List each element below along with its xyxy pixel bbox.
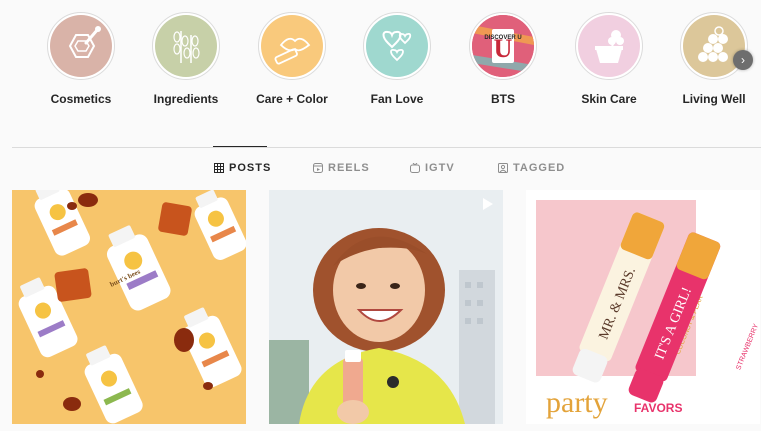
tab-label: TAGGED xyxy=(513,162,566,174)
highlight-label: Care + Color xyxy=(256,92,328,106)
highlight-skin-care[interactable]: Skin Care xyxy=(554,12,664,106)
highlight-cosmetics[interactable]: Cosmetics xyxy=(26,12,136,106)
tab-posts[interactable]: POSTS xyxy=(214,162,271,174)
tab-reels[interactable]: REELS xyxy=(313,162,370,174)
hearts-icon xyxy=(366,15,428,77)
tab-label: REELS xyxy=(328,162,370,174)
chevron-right-icon: › xyxy=(741,53,745,67)
party-favors-lip-balm-post[interactable]: MR. & MRS. COCONUT & PEAR IT'S A GIRL! S… xyxy=(526,190,760,424)
cough-syrup-bottles-post[interactable]: burt's bees xyxy=(12,190,246,424)
active-tab-indicator xyxy=(213,146,267,147)
flower-pot-icon xyxy=(578,15,640,77)
post-image: burt's bees xyxy=(12,190,246,424)
tab-igtv[interactable]: IGTV xyxy=(410,162,455,174)
highlight-label: Cosmetics xyxy=(50,92,112,106)
highlight-label: Living Well xyxy=(682,92,746,106)
highlight-ingredients[interactable]: Ingredients xyxy=(131,12,241,106)
grid-icon xyxy=(214,163,224,173)
highlight-ring xyxy=(575,12,643,80)
tab-label: POSTS xyxy=(229,162,272,174)
highlight-ring xyxy=(152,12,220,80)
highlight-ring xyxy=(363,12,431,80)
highlight-ring xyxy=(47,12,115,80)
tab-divider xyxy=(12,147,761,148)
highlight-label: Ingredients xyxy=(153,92,219,106)
tagged-icon xyxy=(498,163,508,173)
favors-caption: FAVORS xyxy=(634,401,682,415)
highlight-care-color[interactable]: Care + Color xyxy=(237,12,347,106)
lip-balm-icon xyxy=(261,15,323,77)
discover-u-badge: DISCOVER U xyxy=(484,35,521,41)
party-caption: party xyxy=(546,386,608,419)
highlight-label: BTS xyxy=(491,92,515,106)
highlight-ring xyxy=(680,12,748,80)
reels-icon xyxy=(313,163,323,173)
discover-u-photo: U DISCOVER U xyxy=(472,15,534,77)
next-highlights-button[interactable]: › xyxy=(733,50,753,70)
story-highlights-row: Cosmetics Ingredients Care + Color Fan L… xyxy=(0,0,761,120)
highlight-ring: U DISCOVER U xyxy=(469,12,537,80)
highlight-label: Skin Care xyxy=(581,92,637,106)
highlight-fan-love[interactable]: Fan Love xyxy=(342,12,452,106)
pencil-hexagon-icon xyxy=(50,15,112,77)
igtv-icon xyxy=(410,163,420,173)
post-image: MR. & MRS. COCONUT & PEAR IT'S A GIRL! S… xyxy=(526,190,760,424)
post-image xyxy=(269,190,503,424)
highlight-label: Fan Love xyxy=(370,92,424,106)
plant-icon xyxy=(155,15,217,77)
highlight-bts[interactable]: U DISCOVER U BTS xyxy=(448,12,558,106)
smiling-woman-video-post[interactable] xyxy=(269,190,503,424)
tab-label: IGTV xyxy=(425,162,455,174)
highlight-ring xyxy=(258,12,326,80)
tab-tagged[interactable]: TAGGED xyxy=(498,162,565,174)
